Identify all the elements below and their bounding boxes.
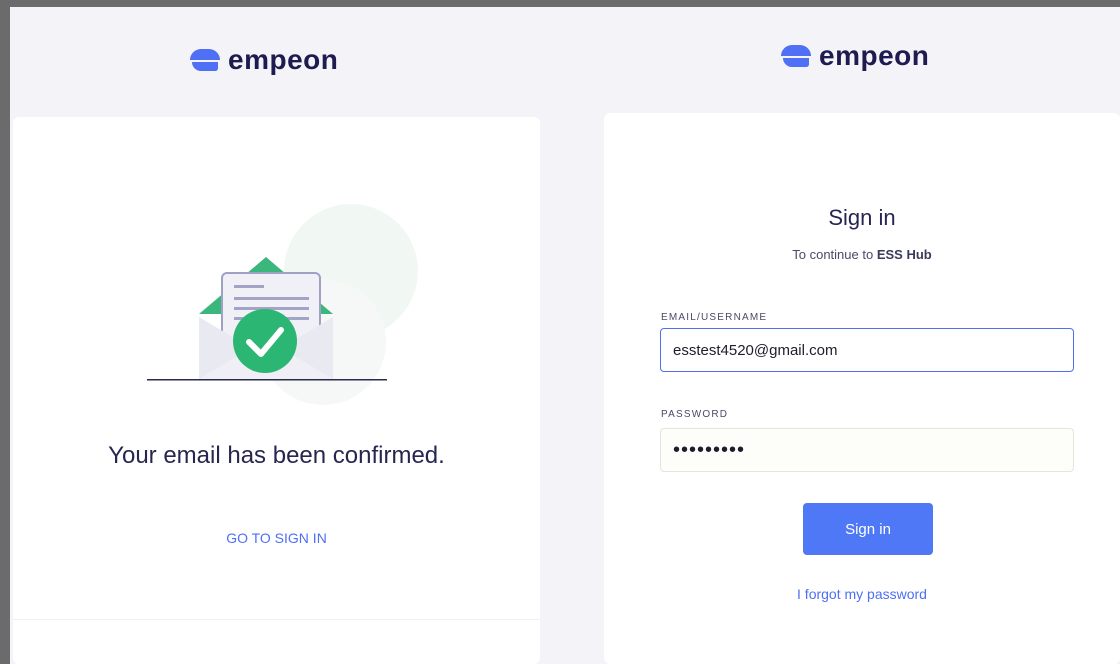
email-label: EMAIL/USERNAME	[661, 312, 768, 323]
sign-in-subtitle: To continue to ESS Hub	[604, 247, 1120, 262]
sign-in-button[interactable]: Sign in	[803, 503, 933, 555]
right-brand-name: empeon	[819, 40, 930, 71]
email-value: esstest4520@gmail.com	[673, 341, 838, 359]
password-mask: •••••••••	[673, 438, 746, 461]
forgot-password-link[interactable]: I forgot my password	[604, 586, 1120, 602]
left-brand-name: empeon	[228, 44, 339, 75]
email-confirmed-illustration-icon	[147, 204, 418, 405]
left-brand-logo: empeon	[190, 44, 338, 76]
password-input[interactable]: •••••••••	[660, 428, 1074, 472]
subtitle-prefix: To continue to	[792, 247, 874, 262]
window-border-left	[0, 0, 10, 664]
empeon-logo-icon	[781, 45, 811, 67]
go-to-sign-in-link[interactable]: GO TO SIGN IN	[13, 530, 540, 546]
sign-in-card: Sign in To continue to ESS Hub EMAIL/USE…	[604, 113, 1120, 664]
card-divider	[13, 619, 540, 620]
sign-in-title: Sign in	[828, 205, 896, 230]
email-confirmed-card: Your email has been confirmed. GO TO SIG…	[13, 117, 540, 664]
email-username-input[interactable]: esstest4520@gmail.com	[660, 328, 1074, 372]
empeon-logo-icon	[190, 49, 220, 71]
subtitle-app-name: ESS Hub	[876, 247, 932, 262]
password-label: PASSWORD	[661, 409, 729, 420]
right-brand-logo: empeon	[781, 40, 929, 72]
screen: empeon empeon Your email has been confir…	[0, 0, 1120, 664]
window-border-top	[0, 0, 1120, 7]
email-confirmed-message: Your email has been confirmed.	[108, 442, 445, 469]
